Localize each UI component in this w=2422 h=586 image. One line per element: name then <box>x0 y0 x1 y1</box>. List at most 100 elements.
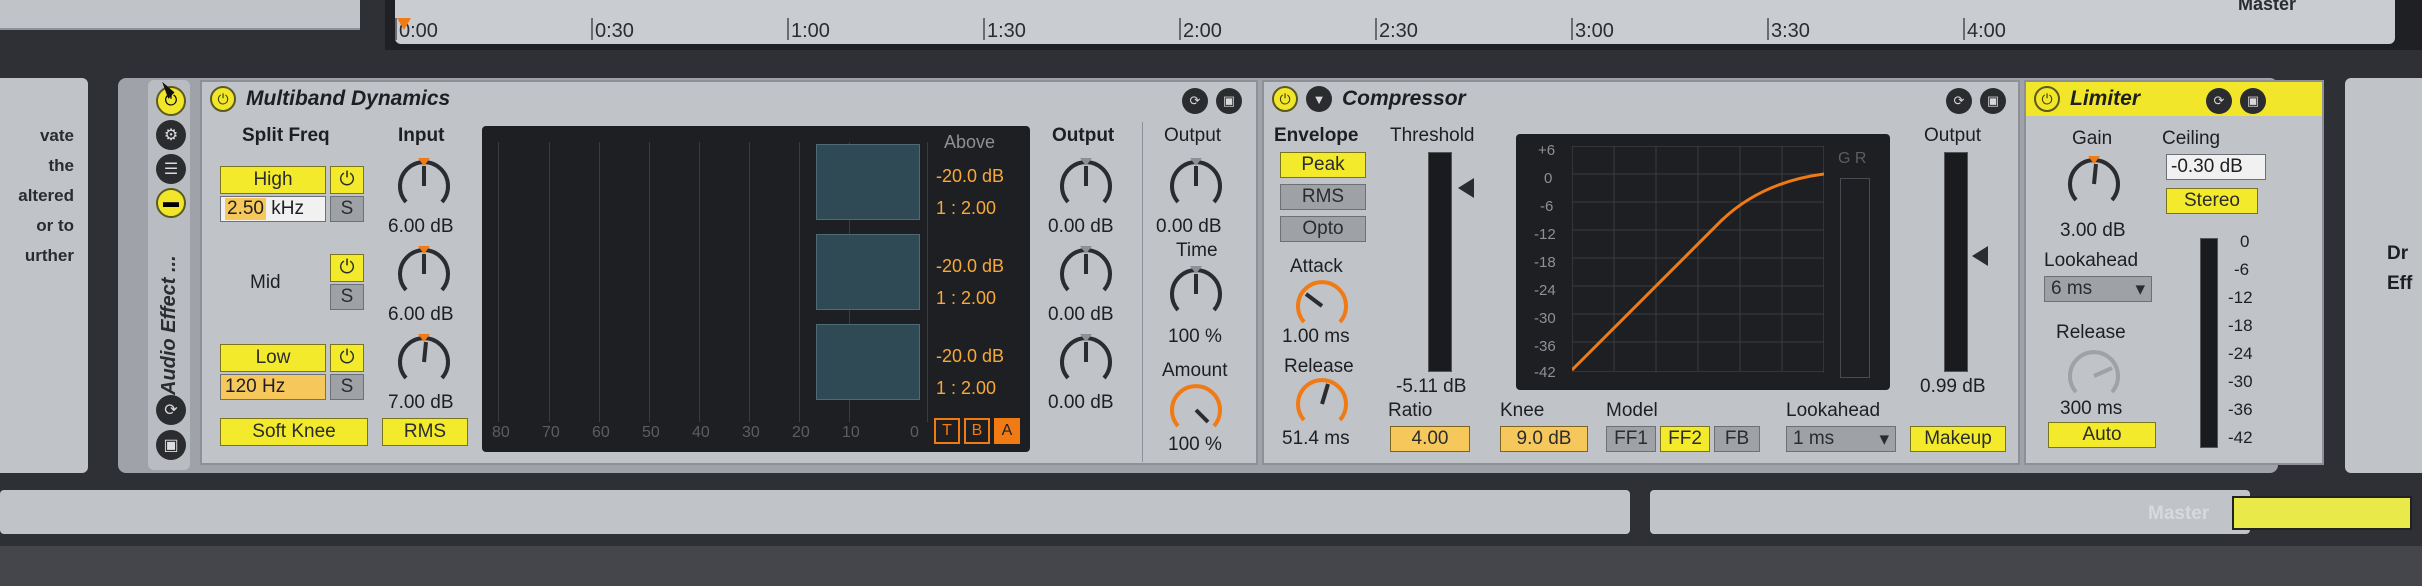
graph-scale: +6 <box>1538 142 1556 159</box>
master-overview[interactable] <box>2232 496 2412 530</box>
low-band-button[interactable]: Low <box>220 344 326 372</box>
clip-overview-strip[interactable] <box>0 490 1630 534</box>
os-dock <box>0 546 2422 586</box>
low-band-meter[interactable] <box>816 324 920 400</box>
amount-knob[interactable] <box>1168 382 1224 438</box>
hotswap-icon[interactable]: ⟳ <box>2206 88 2232 114</box>
info-text: the <box>48 156 75 175</box>
opto-button[interactable]: Opto <box>1280 216 1366 242</box>
high-ratio[interactable]: 1 : 2.00 <box>936 198 996 219</box>
timeline-ruler[interactable]: 0:00 0:30 1:00 1:30 2:00 2:30 3:00 3:30 … <box>395 0 2395 44</box>
threshold-meter[interactable] <box>1428 152 1452 372</box>
rack-hotswap-icon[interactable]: ⟳ <box>156 395 186 425</box>
output-high-knob[interactable] <box>1058 158 1114 214</box>
high-freq-unit: kHz <box>271 198 304 219</box>
lookahead-dropdown[interactable]: 1 ms ▾ <box>1786 426 1896 452</box>
mid-solo-button[interactable]: S <box>330 284 364 310</box>
info-text: Dr <box>2387 243 2409 264</box>
high-band-button[interactable]: High <box>220 166 326 194</box>
fold-icon[interactable]: ▼ <box>1306 86 1332 112</box>
device-title-bar[interactable]: ⏻ Limiter <box>2026 82 2322 116</box>
low-threshold[interactable]: -20.0 dB <box>936 346 1004 367</box>
time-knob[interactable] <box>1168 266 1224 322</box>
soft-knee-button[interactable]: Soft Knee <box>220 418 368 446</box>
tick-mark <box>1767 18 1769 40</box>
input-high-knob[interactable] <box>396 158 452 214</box>
low-freq-field[interactable]: 120 Hz <box>220 374 326 400</box>
output-low-knob[interactable] <box>1058 334 1114 390</box>
target-b-button[interactable]: B <box>964 418 990 444</box>
output-slider-icon[interactable] <box>1972 246 1988 266</box>
ratio-field[interactable]: 4.00 <box>1390 426 1470 452</box>
rms-button[interactable]: RMS <box>382 418 468 446</box>
main-output-value: 0.00 dB <box>1156 216 1222 237</box>
tick-label: 2:00 <box>1183 20 1222 42</box>
high-threshold[interactable]: -20.0 dB <box>936 166 1004 187</box>
lookahead-label: Lookahead <box>1786 400 1881 421</box>
target-a-button[interactable]: A <box>994 418 1020 444</box>
rack-save-icon[interactable]: ▣ <box>156 430 186 460</box>
gain-reduction-meter <box>1840 178 1870 378</box>
rack-chain-icon[interactable]: ▬ <box>156 188 186 218</box>
graph-scale: -18 <box>1534 254 1556 271</box>
device-power-icon[interactable]: ⏻ <box>1272 86 1298 112</box>
transfer-curve[interactable] <box>1572 146 1824 372</box>
threshold-slider-icon[interactable] <box>1458 178 1474 198</box>
output-meter[interactable] <box>1944 152 1968 372</box>
high-band-meter[interactable] <box>816 144 920 220</box>
stereo-button[interactable]: Stereo <box>2166 188 2258 214</box>
target-t-button[interactable]: T <box>934 418 960 444</box>
device-power-icon[interactable]: ⏻ <box>210 86 236 112</box>
main-output-knob[interactable] <box>1168 158 1224 214</box>
device-power-icon[interactable]: ⏻ <box>2034 86 2060 112</box>
peak-button[interactable]: Peak <box>1280 152 1366 178</box>
hotswap-icon[interactable]: ⟳ <box>1946 88 1972 114</box>
rack-macro-icon[interactable]: ⚙ <box>156 120 186 150</box>
low-ratio[interactable]: 1 : 2.00 <box>936 378 996 399</box>
hotswap-icon[interactable]: ⟳ <box>1182 88 1208 114</box>
output-mid-knob[interactable] <box>1058 246 1114 302</box>
rms-button[interactable]: RMS <box>1280 184 1366 210</box>
graph-scale: -6 <box>1540 198 1554 215</box>
release-knob[interactable] <box>1294 376 1350 432</box>
tick-mark <box>1571 18 1573 40</box>
ratio-label: Ratio <box>1388 400 1433 421</box>
knee-field[interactable]: 9.0 dB <box>1500 426 1588 452</box>
scale-label: 30 <box>742 424 760 441</box>
save-preset-icon[interactable]: ▣ <box>1980 88 2006 114</box>
multiband-display[interactable]: Above -20.0 dB 1 : 2.00 -20.0 dB 1 : 2.0… <box>482 126 1030 452</box>
ff2-button[interactable]: FF2 <box>1660 426 1710 452</box>
chevron-down-icon: ▾ <box>2135 278 2145 300</box>
mid-threshold[interactable]: -20.0 dB <box>936 256 1004 277</box>
mid-ratio[interactable]: 1 : 2.00 <box>936 288 996 309</box>
right-info-panel: Dr Eff <box>2345 78 2422 473</box>
ceiling-field[interactable]: -0.30 dB <box>2166 154 2266 180</box>
playhead-marker[interactable] <box>397 18 411 30</box>
mid-band-power-icon[interactable]: ⏻ <box>330 254 364 282</box>
device-title-bar[interactable]: ⏻ ▼ Compressor <box>1264 82 2018 116</box>
split-freq-label: Split Freq <box>242 125 330 146</box>
main-output-label: Output <box>1164 125 1222 146</box>
high-freq-field[interactable]: 2.50 kHz <box>220 196 326 222</box>
device-title-bar[interactable]: ⏻ Multiband Dynamics <box>202 82 1256 116</box>
fb-button[interactable]: FB <box>1714 426 1760 452</box>
rack-list-icon[interactable]: ☰ <box>156 154 186 184</box>
gain-knob[interactable] <box>2066 156 2122 212</box>
graph-scale: -30 <box>1534 310 1556 327</box>
lookahead-dropdown[interactable]: 6 ms ▾ <box>2044 276 2152 302</box>
auto-button[interactable]: Auto <box>2048 422 2156 448</box>
scale-label: 40 <box>692 424 710 441</box>
release-knob[interactable] <box>2066 348 2122 404</box>
mid-band-meter[interactable] <box>816 234 920 310</box>
low-solo-button[interactable]: S <box>330 374 364 400</box>
high-solo-button[interactable]: S <box>330 196 364 222</box>
input-low-knob[interactable] <box>396 334 452 390</box>
low-band-power-icon[interactable]: ⏻ <box>330 344 364 372</box>
amount-value: 100 % <box>1168 434 1222 455</box>
makeup-button[interactable]: Makeup <box>1910 426 2006 452</box>
save-preset-icon[interactable]: ▣ <box>2240 88 2266 114</box>
ff1-button[interactable]: FF1 <box>1606 426 1656 452</box>
save-preset-icon[interactable]: ▣ <box>1216 88 1242 114</box>
high-band-power-icon[interactable]: ⏻ <box>330 166 364 194</box>
input-mid-knob[interactable] <box>396 246 452 302</box>
